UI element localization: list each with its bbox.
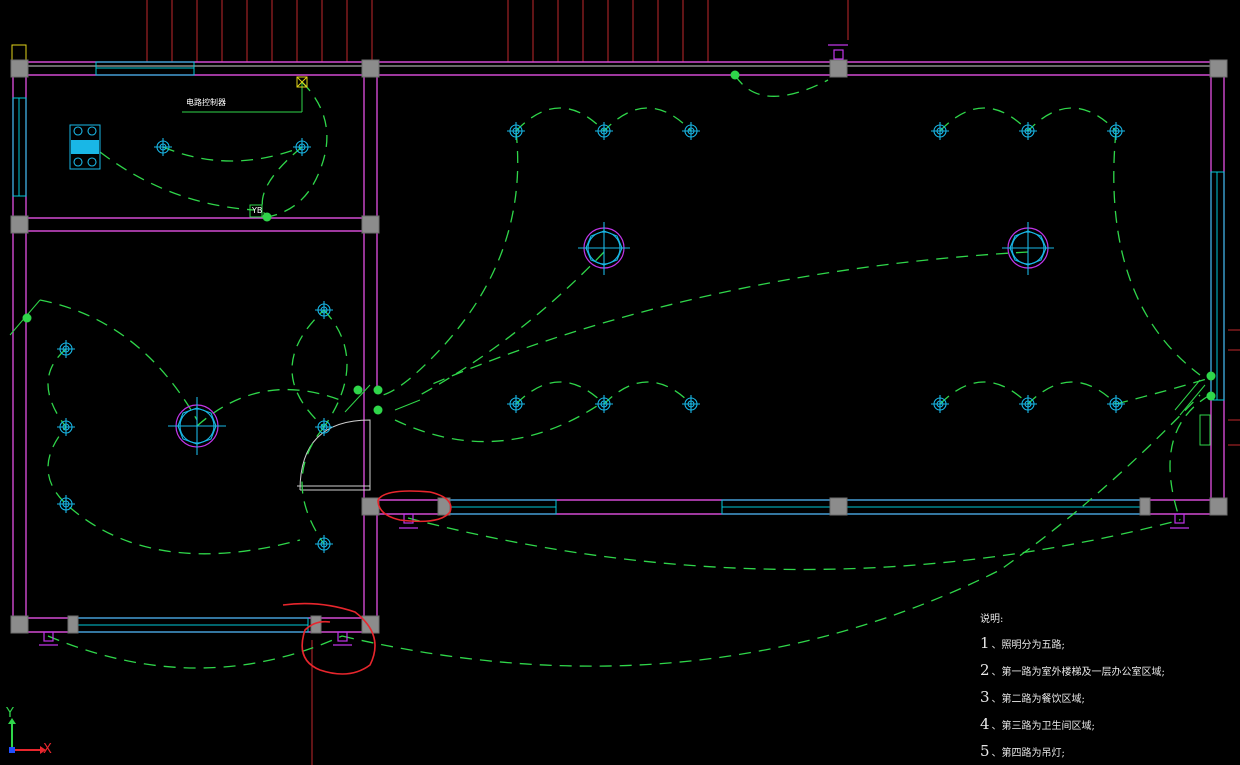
wall-lamp-icon — [333, 631, 352, 646]
ucs-x-label: X — [43, 742, 52, 757]
note-item: 2 、第一路为室外楼梯及一层办公室区域; — [980, 661, 1165, 679]
ucs-y-label: Y — [6, 706, 14, 721]
wall-lamp-icon — [828, 44, 848, 60]
notes-title: 说明: — [980, 614, 1004, 625]
note-item: 4 、第三路为卫生间区域; — [980, 715, 1095, 733]
note-item: 3 、第二路为餐饮区域; — [980, 688, 1085, 706]
chandelier-icon — [578, 222, 630, 275]
switch-tag-label: YB — [252, 206, 263, 215]
lamp-icon — [315, 418, 333, 436]
lamp-icon — [315, 301, 333, 319]
structural-columns — [10, 59, 1228, 634]
switch-points — [9, 70, 1216, 416]
lamp-icon — [315, 535, 333, 553]
electrical-panel — [69, 124, 101, 170]
ucs-icon — [8, 718, 46, 754]
lamp-icon — [1107, 395, 1125, 413]
panel-label: 电路控制器 — [186, 98, 226, 107]
leader-lines — [182, 76, 1211, 446]
wall-lamp-icon — [1170, 513, 1189, 529]
lamp-icon — [293, 138, 311, 156]
walls — [12, 61, 1225, 633]
chandelier-icon — [1002, 222, 1054, 275]
lamp-icon — [57, 418, 75, 436]
red-markup-annotations — [282, 490, 452, 675]
note-item: 5 、第四路为吊灯; — [980, 742, 1065, 760]
lamp-icon — [1107, 122, 1125, 140]
wiring-paths — [39, 74, 1211, 669]
lamp-icon — [682, 395, 700, 413]
note-item: 1 、照明分为五路; — [980, 634, 1065, 652]
wall-lamps — [39, 44, 1189, 646]
lamp-icon — [154, 138, 172, 156]
ceiling-lamps — [57, 122, 1125, 553]
door-swing — [297, 419, 371, 491]
lamp-icon — [682, 122, 700, 140]
stair-lines — [146, 0, 1240, 765]
windows — [11, 44, 1225, 633]
chandelier-icon — [168, 397, 226, 455]
